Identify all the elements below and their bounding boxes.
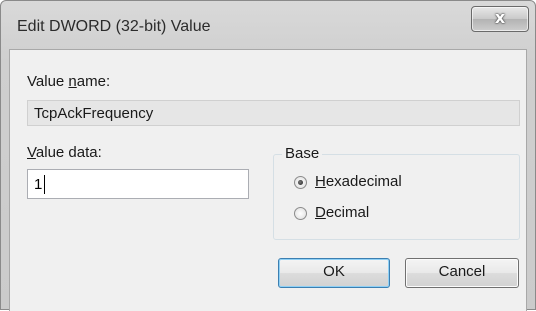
hexadecimal-label-post: exadecimal [325,173,402,190]
base-groupbox [273,154,520,240]
value-name-label-pre: Value [27,73,69,90]
base-group-title: Base [282,145,323,162]
hexadecimal-radio[interactable] [294,176,307,189]
dialog-title: Edit DWORD (32-bit) Value [17,18,211,35]
decimal-label-post: ecimal [325,204,370,221]
value-data-input[interactable] [27,169,249,199]
hexadecimal-label-accel: H [315,173,326,190]
close-icon: x [494,8,506,27]
value-name-label: Value name: [27,73,110,90]
decimal-label[interactable]: Decimal [315,204,369,221]
hexadecimal-label[interactable]: Hexadecimal [315,173,402,190]
title-bar[interactable]: Edit DWORD (32-bit) Value x [1,1,535,49]
dialog-body: Value name: TcpAckFrequency Value data: … [9,49,527,311]
cancel-button[interactable]: Cancel [405,258,519,288]
decimal-radio[interactable] [294,207,307,220]
value-data-label-accel: V [27,144,36,161]
close-button[interactable]: x [471,6,529,32]
value-name-label-post: ame: [76,73,111,90]
value-data-label-post: alue data: [35,144,102,161]
ok-button[interactable]: OK [278,258,390,288]
decimal-label-accel: D [315,204,326,221]
value-name-label-accel: n [68,73,77,90]
edit-dword-dialog: Edit DWORD (32-bit) Value x Value name: … [0,0,536,311]
value-name-field[interactable]: TcpAckFrequency [27,100,520,126]
value-data-label: Value data: [27,144,102,161]
text-caret [44,175,45,194]
